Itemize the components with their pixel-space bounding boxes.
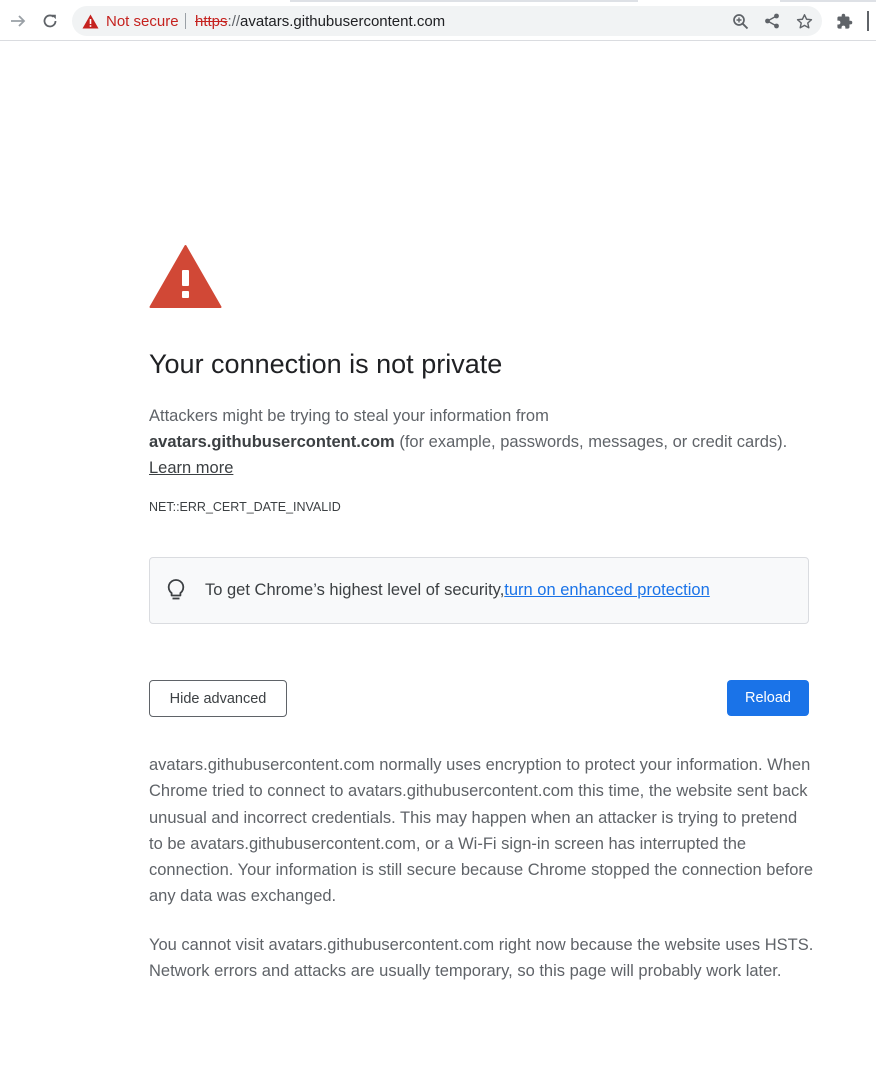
share-button[interactable] — [760, 9, 784, 33]
tab-strip-segment — [290, 0, 638, 2]
bookmark-button[interactable] — [792, 9, 816, 33]
warning-triangle-icon — [149, 245, 222, 308]
puzzle-icon — [836, 13, 852, 29]
zoom-in-icon — [732, 13, 748, 29]
hide-advanced-button[interactable]: Hide advanced — [149, 680, 287, 717]
enhanced-protection-banner: To get Chrome’s highest level of securit… — [149, 557, 809, 624]
profile-menu-edge[interactable] — [860, 9, 876, 33]
lightbulb-icon — [167, 579, 185, 600]
address-bar[interactable]: Not secure https://avatars.githubusercon… — [72, 6, 822, 36]
url-scheme: https — [195, 12, 228, 30]
security-label: Not secure — [106, 12, 179, 30]
star-icon — [796, 13, 812, 29]
reload-button[interactable]: Reload — [727, 680, 809, 716]
intro-text: Attackers might be trying to steal your … — [149, 403, 789, 481]
url-text[interactable]: https://avatars.githubusercontent.com — [195, 6, 445, 36]
enhanced-protection-text: To get Chrome’s highest level of securit… — [205, 581, 505, 599]
enhanced-protection-link[interactable]: turn on enhanced protection — [504, 581, 710, 600]
learn-more-link[interactable]: Learn more — [149, 459, 233, 477]
intro-host: avatars.githubusercontent.com — [149, 433, 395, 451]
page-title: Your connection is not private — [149, 349, 503, 379]
browser-toolbar: Not secure https://avatars.githubusercon… — [0, 0, 876, 41]
security-chip[interactable]: Not secure — [82, 6, 179, 36]
reload-page-button[interactable] — [38, 9, 62, 33]
enhanced-protection-message: To get Chrome’s highest level of securit… — [205, 558, 710, 623]
url-separator: :// — [227, 12, 241, 30]
zoom-button[interactable] — [728, 9, 752, 33]
tab-strip-segment — [780, 0, 876, 2]
url-host: avatars.githubusercontent.com — [240, 12, 446, 30]
intro-prefix: Attackers might be trying to steal your … — [149, 407, 549, 425]
details-paragraph: avatars.githubusercontent.com normally u… — [149, 756, 814, 906]
share-icon — [765, 13, 779, 29]
reload-icon — [43, 14, 57, 28]
error-code[interactable]: NET::ERR_CERT_DATE_INVALID — [149, 500, 341, 514]
toolbar-divider-icon — [867, 11, 869, 31]
security-divider — [185, 13, 186, 29]
hsts-paragraph: You cannot visit avatars.githubuserconte… — [149, 936, 814, 981]
forward-button[interactable] — [6, 9, 30, 33]
warning-triangle-icon — [82, 14, 99, 28]
intro-suffix: (for example, passwords, messages, or cr… — [394, 433, 788, 451]
tab-strip — [0, 0, 876, 2]
extensions-button[interactable] — [832, 9, 856, 33]
arrow-right-icon — [11, 15, 26, 27]
